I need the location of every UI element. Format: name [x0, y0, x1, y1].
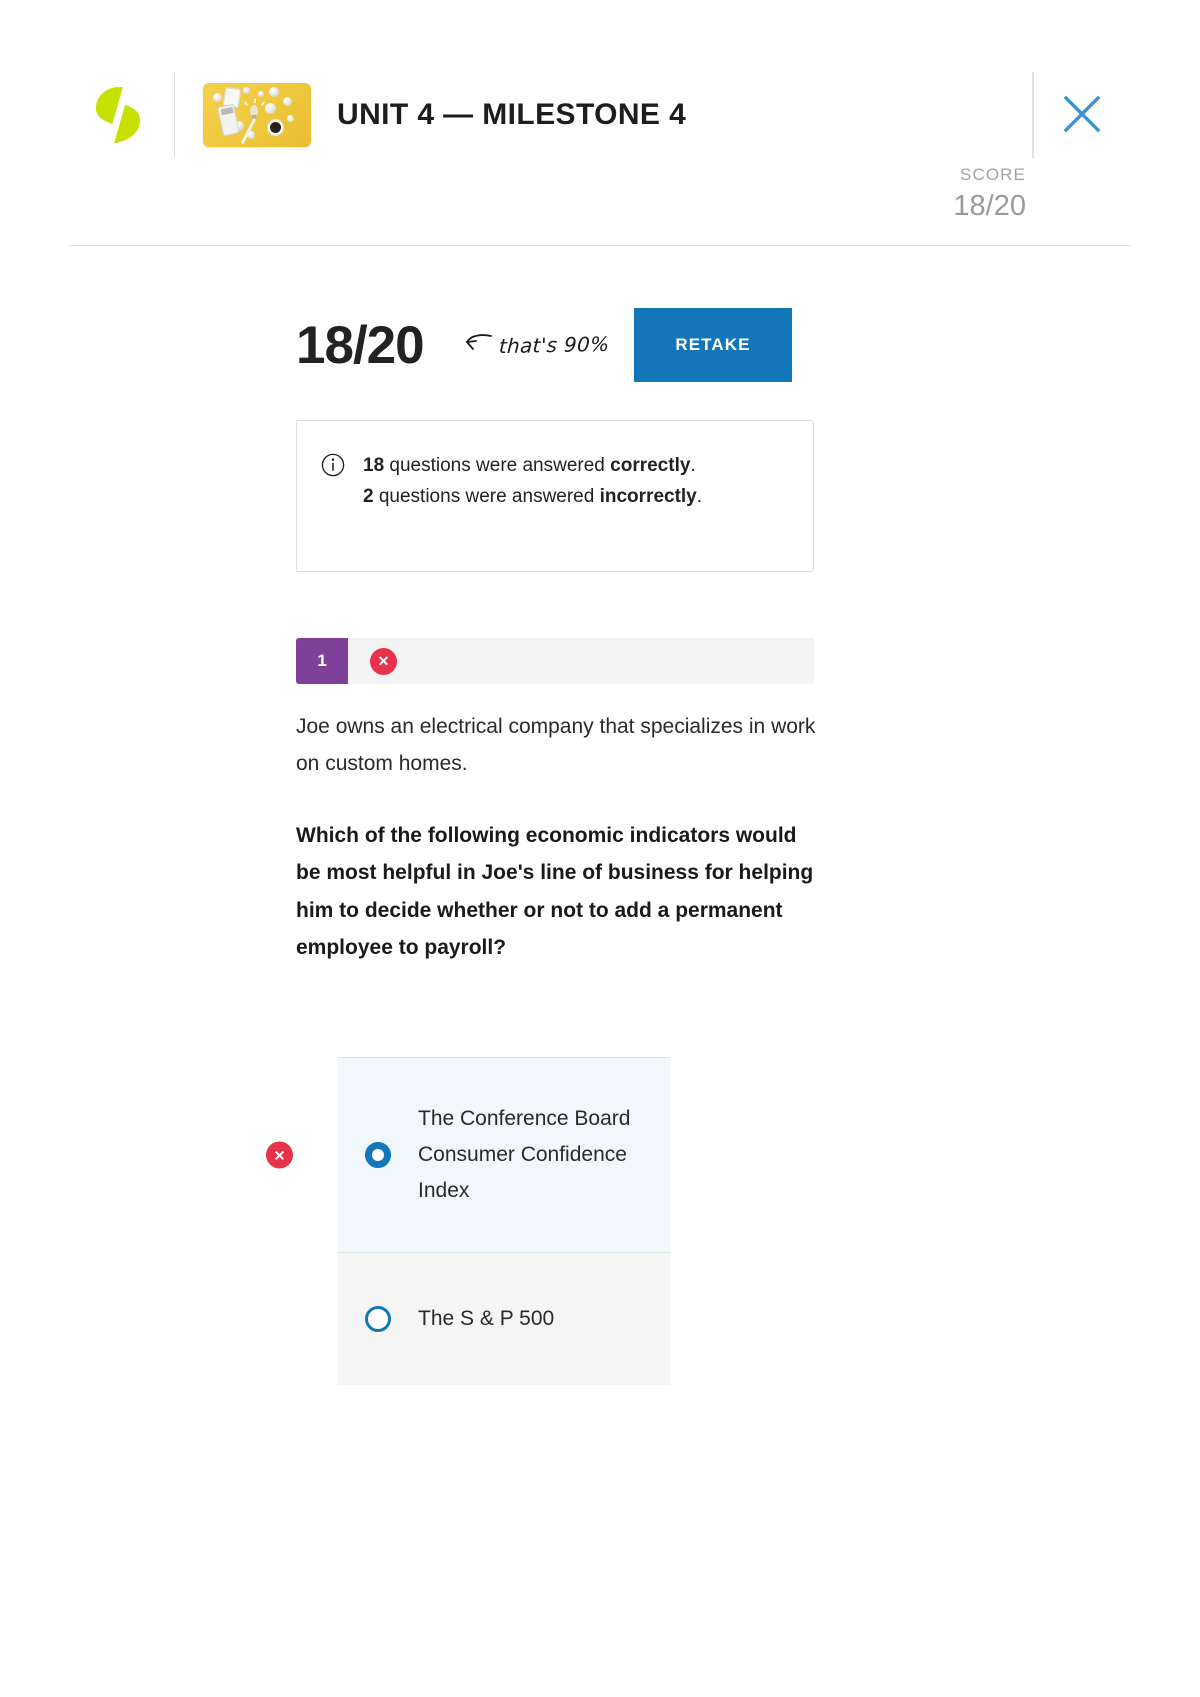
info-line-incorrect: 2 questions were answered incorrectly. [363, 482, 702, 513]
answer-option-2-label: The S & P 500 [418, 1306, 555, 1330]
incorrect-count: 2 [363, 485, 374, 507]
results-info-box: 18 questions were answered correctly. 2 … [296, 420, 814, 572]
header-score: SCORE 18/20 [953, 166, 1026, 221]
curved-left-arrow-icon [464, 332, 492, 359]
info-line1-mid: questions were answered [384, 455, 611, 476]
big-score: 18/20 [296, 315, 425, 375]
info-line1-emphasis: correctly [610, 455, 691, 476]
score-annotation: that's 90% [464, 331, 610, 359]
info-line-correct: 18 questions were answered correctly. [363, 451, 702, 482]
score-label: SCORE [960, 165, 1026, 184]
info-line2-end: . [696, 485, 703, 507]
answer-list: ✕ The Conference Board Consumer Confiden… [266, 1057, 670, 1385]
result-summary-row: 18/20 that's 90% RETAKE [296, 308, 792, 382]
score-value: 18/20 [953, 190, 1026, 222]
question-prompt: Which of the following economic indicato… [296, 823, 814, 959]
incorrect-x-icon: ✕ [266, 1141, 293, 1169]
results-info-text: 18 questions were answered correctly. 2 … [363, 451, 702, 543]
answer-option-1-label: The Conference Board Consumer Confidence… [418, 1106, 631, 1203]
page-title: UNIT 4 — MILESTONE 4 [337, 98, 687, 131]
info-circle-icon [321, 453, 345, 543]
incorrect-x-icon: ✕ [370, 647, 397, 675]
question-header-bar: 1 ✕ [296, 638, 814, 684]
question-intro: Joe owns an electrical company that spec… [296, 715, 816, 776]
question-status: ✕ [370, 647, 397, 675]
page-header: UNIT 4 — MILESTONE 4 SCORE 18/20 [70, 0, 1130, 246]
header-right-divider [1032, 72, 1034, 158]
answer-option-2[interactable]: The S & P 500 [338, 1252, 670, 1385]
info-line2-mid: questions were answered [373, 485, 600, 507]
unit-cover-thumbnail-icon [203, 83, 311, 147]
close-icon[interactable] [1054, 86, 1110, 142]
milestone-results-page: UNIT 4 — MILESTONE 4 SCORE 18/20 18/20 t… [0, 0, 1200, 1697]
answer-option-1[interactable]: ✕ The Conference Board Consumer Confiden… [266, 1057, 670, 1252]
sophia-leaf-logo-icon[interactable] [90, 84, 146, 146]
score-annotation-text: that's 90% [497, 331, 610, 359]
correct-count: 18 [363, 455, 385, 476]
question-number-badge: 1 [296, 638, 348, 684]
info-line1-end: . [690, 455, 696, 476]
header-row: UNIT 4 — MILESTONE 4 [70, 72, 1130, 158]
retake-button[interactable]: RETAKE [633, 308, 792, 382]
header-divider [174, 72, 175, 158]
question-body: Joe owns an electrical company that spec… [296, 708, 824, 966]
radio-unchecked-icon[interactable] [338, 1306, 418, 1332]
radio-checked-icon[interactable] [338, 1142, 418, 1168]
info-line2-emphasis: incorrectly [599, 485, 697, 507]
